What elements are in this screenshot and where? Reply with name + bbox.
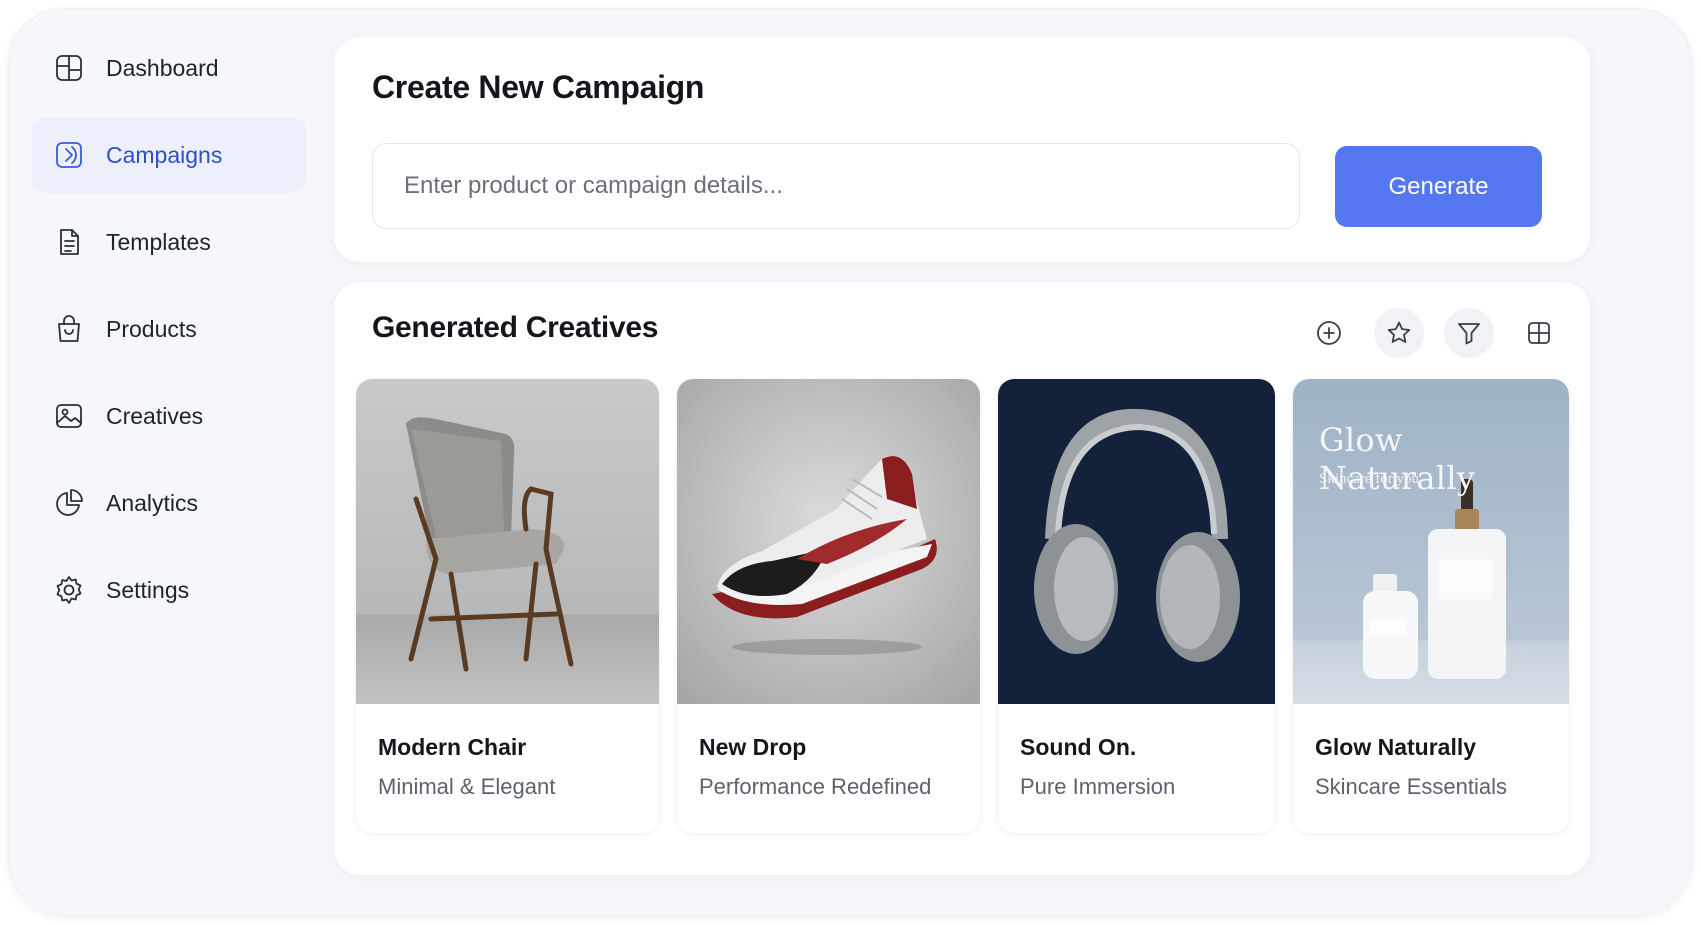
sidebar-item-label: Settings: [106, 576, 190, 603]
card-subtitle: Minimal & Elegant: [378, 774, 556, 799]
sidebar-item-label: Campaigns: [106, 141, 223, 168]
sidebar-item-label: Products: [106, 315, 197, 342]
sidebar-item-campaigns[interactable]: Campaigns: [32, 117, 306, 193]
sidebar-item-dashboard[interactable]: Dashboard: [32, 30, 306, 106]
gear-icon: [52, 573, 86, 607]
document-icon: [52, 225, 86, 259]
sidebar-item-label: Dashboard: [106, 54, 219, 81]
sidebar-item-creatives[interactable]: Creatives: [32, 378, 306, 454]
overlay-tagline: Skincare for you.: [1319, 471, 1423, 487]
sidebar-item-label: Templates: [106, 228, 211, 255]
favorite-button[interactable]: [1374, 308, 1424, 358]
sidebar-item-label: Creatives: [106, 402, 204, 429]
sidebar-item-products[interactable]: Products: [32, 291, 306, 367]
campaign-icon: [52, 138, 86, 172]
dashboard-icon: [52, 51, 86, 85]
create-campaign-panel: Create New Campaign Generate: [334, 37, 1590, 262]
creative-card-sound-on[interactable]: Sound On. Pure Immersion: [998, 379, 1275, 833]
grid-view-button[interactable]: [1514, 308, 1564, 358]
shopping-bag-icon: [52, 312, 86, 346]
chair-image: [356, 379, 659, 704]
sneaker-image: [677, 379, 980, 704]
sidebar: Dashboard Campaigns Templates Products C…: [32, 30, 306, 639]
generated-creatives-panel: Generated Creatives Modern Chair Minimal…: [334, 282, 1590, 875]
plus-circle-icon: [1317, 321, 1341, 345]
pie-chart-icon: [52, 486, 86, 520]
creative-card-glow-naturally[interactable]: Glow Naturally Skincare for you. Glow Na…: [1293, 379, 1569, 833]
filter-button[interactable]: [1444, 308, 1494, 358]
card-subtitle: Pure Immersion: [1020, 774, 1176, 799]
page-title: Create New Campaign: [372, 69, 705, 105]
card-title: Modern Chair: [378, 734, 527, 760]
add-creative-button[interactable]: [1304, 308, 1354, 358]
sidebar-item-templates[interactable]: Templates: [32, 204, 306, 280]
creative-card-modern-chair[interactable]: Modern Chair Minimal & Elegant: [356, 379, 659, 833]
skincare-image: Glow Naturally Skincare for you.: [1293, 379, 1569, 704]
generate-button[interactable]: Generate: [1335, 146, 1542, 227]
section-title: Generated Creatives: [372, 311, 659, 344]
card-title: Glow Naturally: [1315, 734, 1477, 760]
card-subtitle: Performance Redefined: [699, 774, 932, 799]
card-title: Sound On.: [1020, 734, 1137, 760]
sidebar-item-analytics[interactable]: Analytics: [32, 465, 306, 541]
star-icon: [1387, 321, 1411, 343]
grid-icon: [1528, 322, 1550, 344]
headphones-image: [998, 379, 1275, 704]
creatives-toolbar: [1304, 308, 1564, 358]
creative-card-new-drop[interactable]: New Drop Performance Redefined: [677, 379, 980, 833]
sidebar-item-settings[interactable]: Settings: [32, 552, 306, 628]
filter-icon: [1458, 323, 1480, 345]
image-icon: [52, 399, 86, 433]
card-subtitle: Skincare Essentials: [1315, 774, 1507, 799]
campaign-details-input[interactable]: [372, 143, 1300, 229]
sidebar-item-label: Analytics: [106, 489, 199, 516]
card-title: New Drop: [699, 734, 807, 760]
